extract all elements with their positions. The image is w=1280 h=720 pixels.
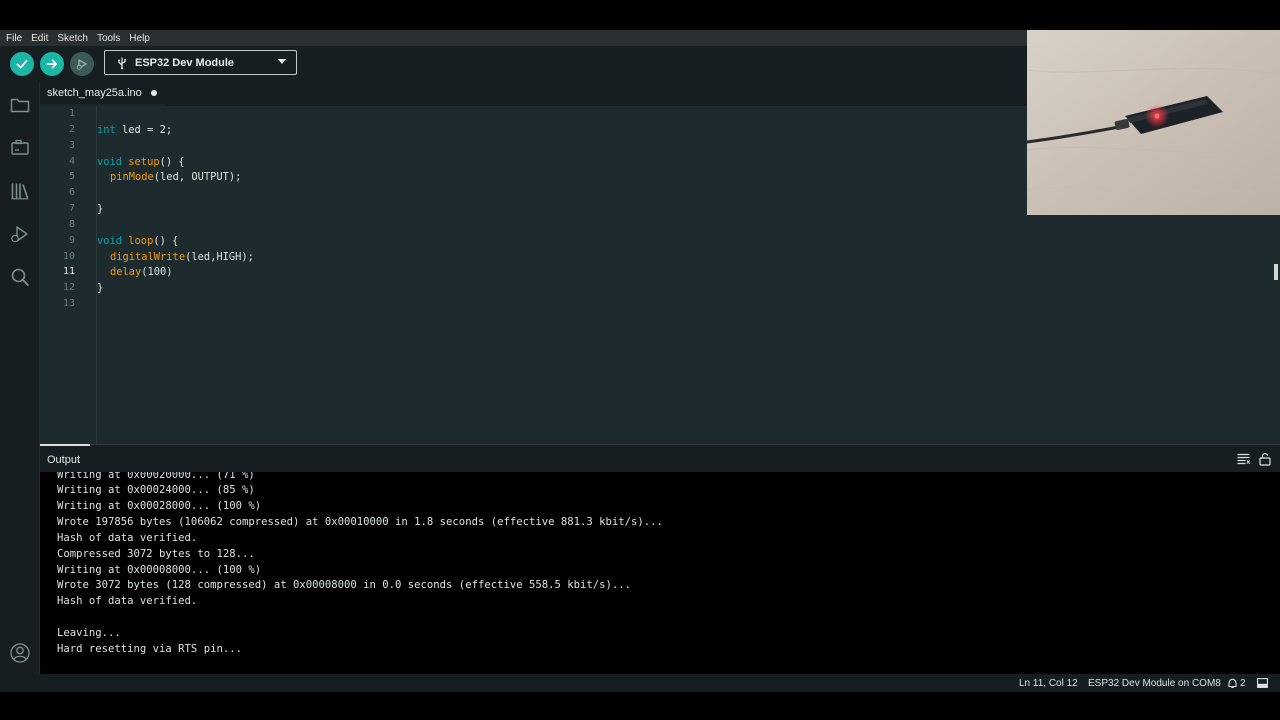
keyword: void: [97, 235, 123, 247]
arrow-right-icon: [46, 59, 58, 69]
search-icon: [11, 268, 29, 286]
output-line: Writing at 0x00008000... (100 %): [57, 564, 262, 576]
notification-bell-icon[interactable]: [1227, 678, 1238, 689]
code-line-4: void setup() {: [97, 156, 185, 168]
output-line: Writing at 0x00020000... (71 %): [57, 472, 255, 481]
output-tab-indicator: [40, 444, 90, 446]
code-text: () {: [153, 235, 179, 247]
toggle-panel-icon[interactable]: [1257, 678, 1268, 688]
line-number: 9: [68, 235, 75, 246]
function-name: digitalWrite: [110, 251, 186, 263]
code-text: (led, OUTPUT);: [153, 171, 242, 183]
keyword: int: [97, 124, 116, 136]
scrollbar-marker[interactable]: [1274, 264, 1278, 280]
code-line-10: digitalWrite(led,HIGH);: [97, 251, 254, 263]
line-number: 10: [62, 251, 75, 262]
menu-file[interactable]: File: [6, 33, 22, 44]
board-selector-label: ESP32 Dev Module: [135, 56, 235, 69]
upload-button[interactable]: [40, 52, 64, 76]
function-name: pinMode: [110, 171, 154, 183]
output-line: Wrote 3072 bytes (128 compressed) at 0x0…: [57, 579, 632, 591]
output-line: Wrote 197856 bytes (106062 compressed) a…: [57, 516, 663, 528]
function-name: delay: [110, 266, 142, 278]
library-icon: [11, 183, 29, 200]
line-number: 8: [68, 219, 75, 230]
output-panel-header: Output: [40, 444, 1280, 472]
output-line: Hash of data verified.: [57, 532, 198, 544]
menu-help[interactable]: Help: [129, 33, 150, 44]
board-icon: [11, 139, 29, 155]
code-line-7: }: [97, 203, 104, 215]
debug-button[interactable]: [70, 52, 94, 76]
library-manager-button[interactable]: [9, 180, 31, 202]
debug-icon: [76, 59, 87, 70]
code-line-2: int led = 2;: [97, 124, 172, 136]
line-number: 12: [62, 282, 75, 293]
code-text: (led,HIGH);: [185, 251, 254, 263]
chevron-down-icon: [278, 59, 286, 64]
output-title[interactable]: Output: [47, 454, 80, 466]
folder-icon: [10, 98, 30, 113]
function-name: loop: [128, 235, 154, 247]
line-number: 1: [68, 108, 75, 119]
output-line: Leaving...: [57, 627, 121, 639]
line-number: 4: [68, 156, 75, 167]
output-line: Hard resetting via RTS pin...: [57, 643, 242, 655]
line-number: 13: [62, 298, 75, 309]
tab-sketch[interactable]: sketch_may25a.ino: [40, 82, 165, 106]
tab-filename: sketch_may25a.ino: [47, 87, 142, 99]
search-button[interactable]: [9, 266, 31, 288]
check-icon: [16, 59, 28, 69]
code-line-11: delay(100): [97, 266, 173, 278]
output-line: Hash of data verified.: [57, 595, 198, 607]
account-button[interactable]: [9, 642, 31, 664]
output-line: Compressed 3072 bytes to 128...: [57, 548, 255, 560]
keyword: void: [97, 156, 123, 168]
menu-tools[interactable]: Tools: [97, 33, 120, 44]
editor-tab-bar: sketch_may25a.ino: [40, 82, 1027, 106]
webcam-overlay: [1027, 30, 1280, 215]
menu-sketch[interactable]: Sketch: [57, 33, 88, 44]
code-text: (100): [141, 266, 173, 278]
code-line-12: }: [97, 282, 104, 294]
output-console[interactable]: Writing at 0x00020000... (71 %) Writing …: [40, 472, 1280, 674]
code-text: () {: [159, 156, 185, 168]
usb-icon: [118, 57, 126, 69]
webcam-photo-esp32-board: [1027, 30, 1280, 215]
status-bar: Ln 11, Col 12 ESP32 Dev Module on COM8 2: [40, 674, 1280, 692]
debug-icon: [11, 226, 28, 243]
output-line: Writing at 0x00028000... (100 %): [57, 500, 262, 512]
line-number-active: 11: [62, 266, 75, 277]
unsaved-dot-icon: [150, 90, 157, 96]
cursor-position[interactable]: Ln 11, Col 12: [1019, 678, 1078, 689]
line-number: 6: [68, 187, 75, 198]
code-line-9: void loop() {: [97, 235, 178, 247]
boards-manager-button[interactable]: [9, 137, 31, 159]
line-number: 3: [68, 140, 75, 151]
code-line-5: pinMode(led, OUTPUT);: [97, 171, 241, 183]
code-text: led = 2;: [115, 124, 173, 136]
board-selector[interactable]: ESP32 Dev Module: [104, 50, 297, 75]
notification-count[interactable]: 2: [1240, 678, 1246, 689]
sketchbook-button[interactable]: [9, 94, 31, 116]
debug-panel-button[interactable]: [9, 223, 31, 245]
line-number-gutter: 1 2 3 4 5 6 7 8 9 10 11 12 13: [40, 106, 97, 444]
board-port-status[interactable]: ESP32 Dev Module on COM8: [1088, 678, 1221, 689]
line-number: 5: [68, 171, 75, 182]
verify-button[interactable]: [10, 52, 34, 76]
function-name: setup: [128, 156, 160, 168]
line-number: 7: [68, 203, 75, 214]
output-line: Writing at 0x00024000... (85 %): [57, 484, 255, 496]
line-number: 2: [68, 124, 75, 135]
clear-output-icon[interactable]: [1237, 453, 1250, 465]
sidebar: [0, 82, 40, 674]
unlock-scroll-icon[interactable]: [1259, 452, 1271, 466]
account-icon: [10, 643, 30, 663]
menu-edit[interactable]: Edit: [31, 33, 48, 44]
